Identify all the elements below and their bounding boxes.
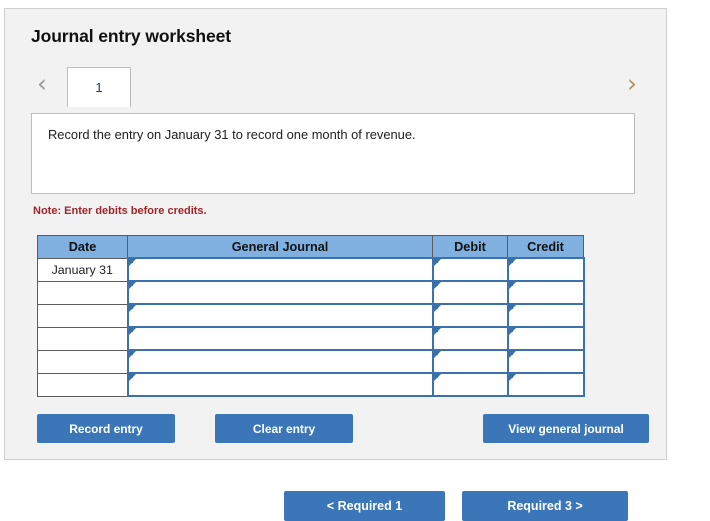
journal-entry-table: Date General Journal Debit Credit Januar… (37, 235, 585, 397)
cell-marker-icon (127, 351, 136, 358)
cell-general-journal[interactable] (126, 303, 434, 328)
cell-date[interactable] (37, 350, 128, 374)
cell-debit[interactable] (431, 326, 509, 351)
cell-credit[interactable] (506, 349, 585, 374)
cell-date[interactable] (37, 281, 128, 305)
column-header-date: Date (37, 235, 128, 259)
cell-general-journal[interactable] (126, 349, 434, 374)
column-header-debit: Debit (432, 235, 508, 259)
prompt-box: Record the entry on January 31 to record… (31, 113, 635, 194)
table-row (37, 349, 585, 374)
cell-credit[interactable] (506, 372, 585, 397)
cell-marker-icon (432, 305, 441, 312)
cell-marker-icon (432, 282, 441, 289)
view-general-journal-button[interactable]: View general journal (483, 414, 649, 443)
debits-before-credits-note: Note: Enter debits before credits. (33, 205, 207, 217)
journal-entry-worksheet-panel: Journal entry worksheet ‹ 1 › Record the… (4, 8, 667, 460)
cell-general-journal[interactable] (126, 372, 434, 397)
cell-date[interactable] (37, 373, 128, 397)
cell-credit[interactable] (506, 326, 585, 351)
cell-marker-icon (507, 374, 516, 381)
cell-marker-icon (507, 351, 516, 358)
cell-date[interactable] (37, 304, 128, 328)
cell-marker-icon (432, 374, 441, 381)
cell-marker-icon (507, 328, 516, 335)
column-header-credit: Credit (507, 235, 584, 259)
table-row: January 31 (37, 257, 585, 282)
cell-marker-icon (127, 259, 136, 266)
cell-debit[interactable] (431, 257, 509, 282)
chevron-right-icon[interactable]: › (621, 70, 643, 100)
cell-marker-icon (507, 305, 516, 312)
cell-marker-icon (432, 259, 441, 266)
record-entry-button[interactable]: Record entry (37, 414, 175, 443)
clear-entry-button[interactable]: Clear entry (215, 414, 353, 443)
cell-marker-icon (507, 282, 516, 289)
table-row (37, 303, 585, 328)
cell-marker-icon (432, 328, 441, 335)
table-header-row: Date General Journal Debit Credit (37, 235, 584, 259)
cell-credit[interactable] (506, 303, 585, 328)
worksheet-tabstrip: ‹ 1 › (31, 63, 643, 115)
cell-marker-icon (127, 374, 136, 381)
chevron-left-icon[interactable]: ‹ (31, 70, 53, 100)
page-title: Journal entry worksheet (31, 26, 231, 46)
cell-date[interactable] (37, 327, 128, 351)
previous-requirement-button[interactable]: < Required 1 (284, 491, 445, 521)
cell-debit[interactable] (431, 280, 509, 305)
table-row (37, 280, 585, 305)
cell-credit[interactable] (506, 280, 585, 305)
worksheet-tab-1[interactable]: 1 (67, 67, 131, 107)
cell-debit[interactable] (431, 349, 509, 374)
cell-marker-icon (127, 328, 136, 335)
cell-date[interactable]: January 31 (37, 258, 128, 282)
table-row (37, 372, 585, 397)
cell-credit[interactable] (506, 257, 585, 282)
cell-debit[interactable] (431, 372, 509, 397)
column-header-general-journal: General Journal (127, 235, 433, 259)
cell-marker-icon (432, 351, 441, 358)
next-requirement-button[interactable]: Required 3 > (462, 491, 628, 521)
cell-general-journal[interactable] (126, 326, 434, 351)
cell-general-journal[interactable] (126, 280, 434, 305)
cell-marker-icon (507, 259, 516, 266)
cell-marker-icon (127, 305, 136, 312)
cell-marker-icon (127, 282, 136, 289)
cell-general-journal[interactable] (126, 257, 434, 282)
prompt-text: Record the entry on January 31 to record… (48, 127, 416, 142)
table-row (37, 326, 585, 351)
cell-debit[interactable] (431, 303, 509, 328)
